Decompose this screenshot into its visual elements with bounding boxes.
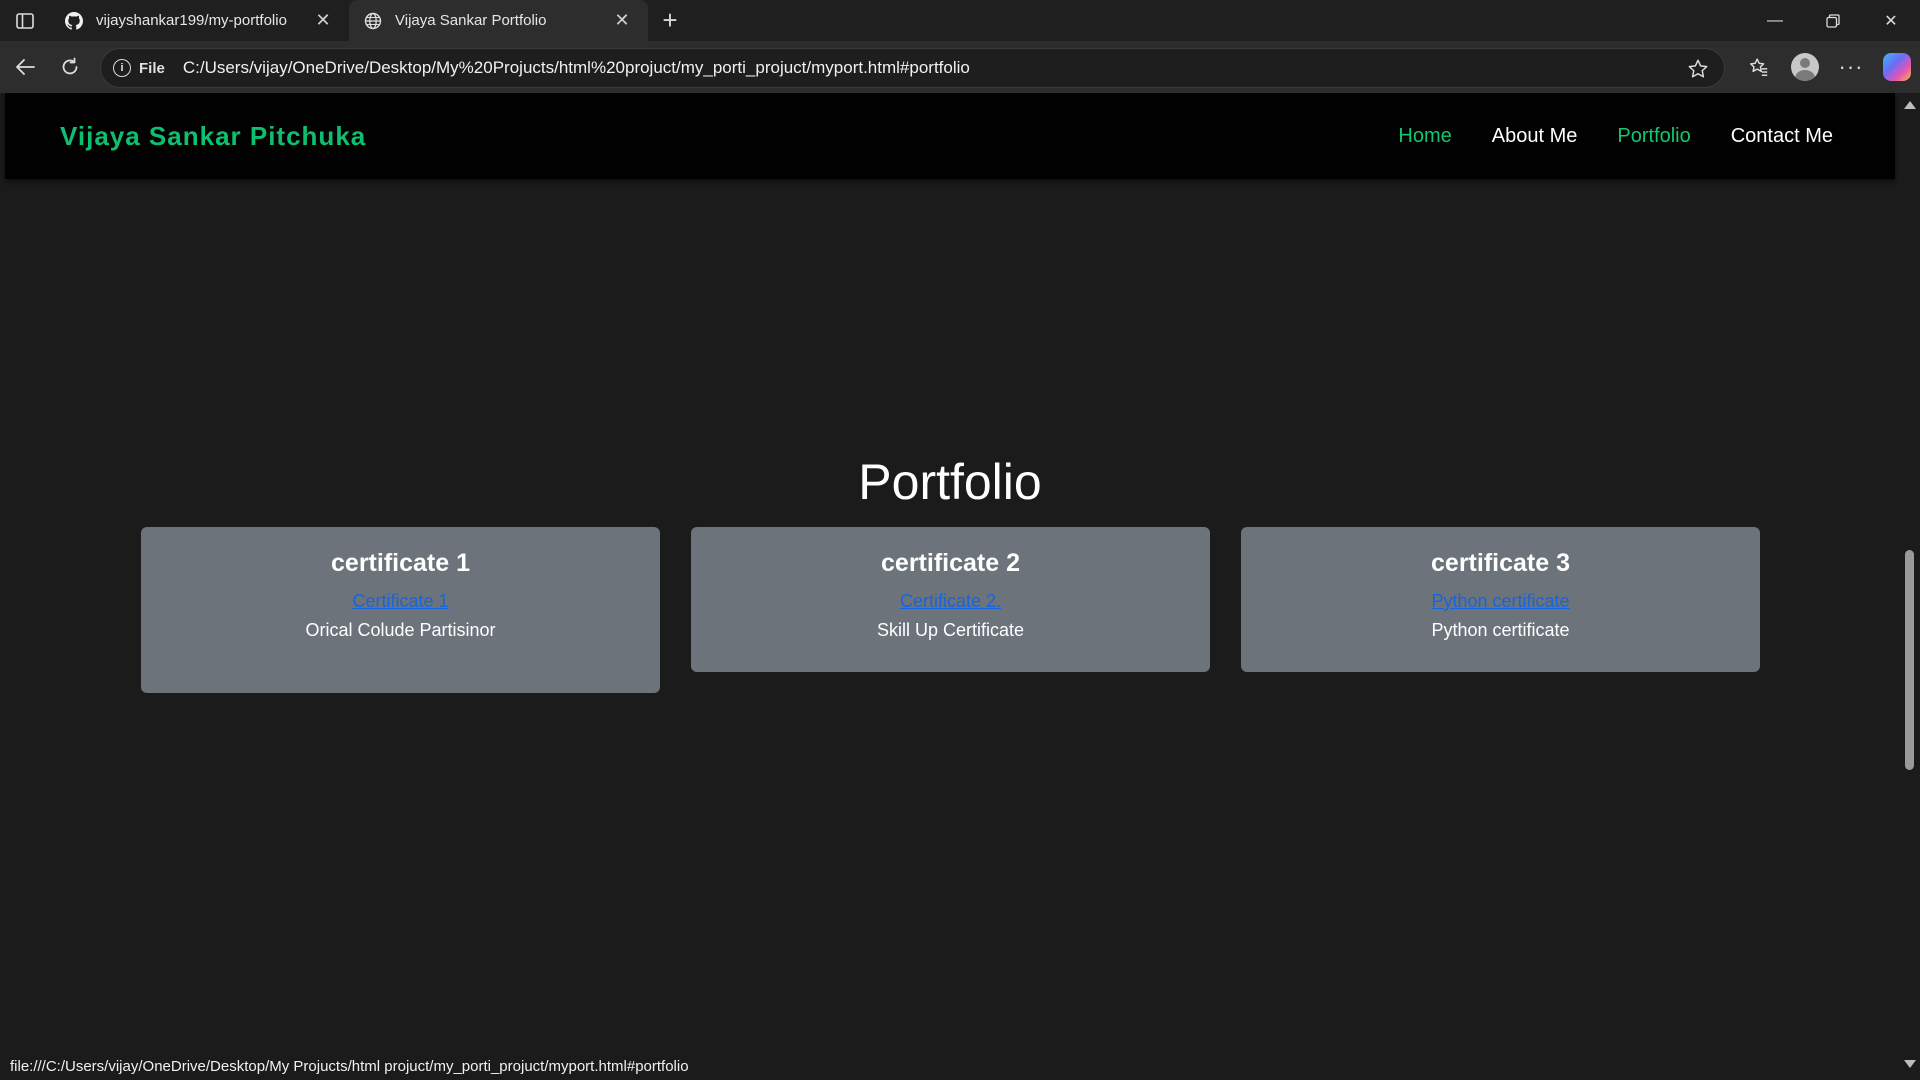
refresh-icon[interactable] xyxy=(47,47,93,87)
certificate-card-2: certificate 2 Certificate 2. Skill Up Ce… xyxy=(691,527,1210,672)
scroll-down-arrow-icon[interactable] xyxy=(1904,1060,1916,1068)
toolbar-right-tools: ··· xyxy=(1736,41,1920,93)
avatar xyxy=(1791,53,1819,81)
portfolio-heading: Portfolio xyxy=(858,454,1042,510)
certificate-link-3[interactable]: Python certificate xyxy=(1431,591,1569,612)
scroll-up-arrow-icon[interactable] xyxy=(1904,101,1916,109)
browser-tab-strip: vijayshankar199/my-portfolio ✕ Vijaya Sa… xyxy=(0,0,1920,41)
restore-icon[interactable] xyxy=(1804,0,1862,41)
url-text[interactable]: C:/Users/vijay/OneDrive/Desktop/My%20Pro… xyxy=(183,58,970,78)
tab-title: vijayshankar199/my-portfolio xyxy=(96,12,287,29)
browser-tab-github[interactable]: vijayshankar199/my-portfolio ✕ xyxy=(50,0,349,41)
page-viewport: Vijaya Sankar Pitchuka Home About Me Por… xyxy=(0,93,1920,1080)
minimize-icon[interactable]: — xyxy=(1746,0,1804,41)
site-info-button[interactable]: i File xyxy=(113,59,165,77)
more-options-icon[interactable]: ··· xyxy=(1828,47,1874,87)
copilot-icon[interactable] xyxy=(1874,47,1920,87)
close-icon[interactable]: ✕ xyxy=(313,10,333,31)
certificate-card-1: certificate 1 Certificate 1 Orical Colud… xyxy=(141,527,660,693)
profile-button[interactable] xyxy=(1782,47,1828,87)
certificate-link-2[interactable]: Certificate 2. xyxy=(900,591,1001,612)
sidebar-toggle-icon[interactable] xyxy=(0,0,50,41)
close-window-icon[interactable]: ✕ xyxy=(1862,0,1920,41)
site-info-label: File xyxy=(139,59,165,77)
card-heading: certificate 3 xyxy=(1431,549,1570,577)
card-description: Skill Up Certificate xyxy=(876,620,1025,640)
nav-link-home[interactable]: Home xyxy=(1398,125,1451,148)
tab-title: Vijaya Sankar Portfolio xyxy=(395,12,547,29)
card-heading: certificate 2 xyxy=(881,549,1020,577)
back-arrow-icon[interactable] xyxy=(2,47,48,87)
browser-toolbar: i File C:/Users/vijay/OneDrive/Desktop/M… xyxy=(0,41,1920,93)
star-icon[interactable] xyxy=(1686,57,1710,81)
window-controls: — ✕ xyxy=(1746,0,1920,41)
card-description: Orical Colude Partisinor xyxy=(305,620,496,640)
card-description: Python certificate xyxy=(1431,620,1570,640)
nav-link-portfolio[interactable]: Portfolio xyxy=(1617,125,1690,148)
certificate-card-3: certificate 3 Python certificate Python … xyxy=(1241,527,1760,672)
new-tab-plus-icon[interactable]: + xyxy=(648,0,692,41)
site-brand[interactable]: Vijaya Sankar Pitchuka xyxy=(60,121,366,152)
browser-tab-portfolio[interactable]: Vijaya Sankar Portfolio ✕ xyxy=(349,0,648,41)
vertical-scrollbar[interactable] xyxy=(1898,93,1920,1080)
site-nav: Home About Me Portfolio Contact Me xyxy=(1358,93,1833,179)
nav-link-about[interactable]: About Me xyxy=(1492,125,1578,148)
card-heading: certificate 1 xyxy=(331,549,470,577)
status-bar-url: file:///C:/Users/vijay/OneDrive/Desktop/… xyxy=(0,1052,699,1080)
nav-link-contact[interactable]: Contact Me xyxy=(1731,125,1833,148)
site-header: Vijaya Sankar Pitchuka Home About Me Por… xyxy=(5,93,1895,179)
close-icon[interactable]: ✕ xyxy=(612,10,632,31)
globe-icon xyxy=(363,11,383,31)
github-icon xyxy=(64,11,84,31)
address-bar[interactable]: i File C:/Users/vijay/OneDrive/Desktop/M… xyxy=(100,48,1725,88)
scrollbar-thumb[interactable] xyxy=(1905,550,1914,770)
certificate-link-1[interactable]: Certificate 1 xyxy=(352,591,448,612)
favorites-icon[interactable] xyxy=(1736,47,1782,87)
info-icon: i xyxy=(113,59,131,77)
